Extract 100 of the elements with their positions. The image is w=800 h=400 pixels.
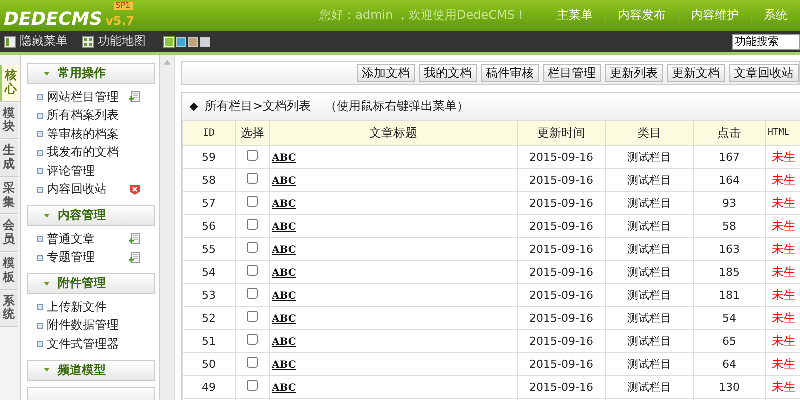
action-button[interactable]: 更新列表 [605, 64, 663, 82]
menu-link[interactable]: 等审核的档案 [47, 126, 117, 143]
site-map-link[interactable]: 功能地图 [98, 33, 146, 50]
bullet-icon [37, 131, 43, 138]
title-link[interactable]: ABC [272, 198, 296, 210]
title-link[interactable]: ABC [272, 314, 296, 324]
table-cell: 163 [694, 238, 766, 260]
table-cell: 测试栏目 [606, 238, 694, 260]
title-link[interactable]: ABC [272, 244, 296, 256]
column-header: HTML [766, 120, 800, 146]
action-button[interactable]: 栏目管理 [543, 64, 601, 82]
side-tab[interactable]: 会员 [0, 215, 18, 252]
side-tab[interactable]: 模块 [0, 102, 18, 140]
table-cell: 2015-09-16 [518, 168, 606, 192]
hide-menu-link[interactable]: 隐藏菜单 [20, 33, 68, 50]
menu-link[interactable]: 专题管理 [47, 249, 117, 266]
bullet-icon [37, 94, 43, 100]
row-checkbox[interactable] [247, 311, 258, 322]
title-link[interactable]: ABC [272, 336, 296, 348]
bullet-icon [37, 168, 43, 174]
action-button[interactable]: 更新文档 [667, 64, 725, 82]
title-link[interactable]: ABC [272, 268, 296, 278]
side-tab[interactable]: 模板 [0, 252, 18, 290]
section-header[interactable]: 附件管理 [27, 273, 155, 294]
section-header[interactable]: 内容管理 [27, 205, 155, 226]
table-cell: 49 [182, 376, 236, 398]
add-document-icon[interactable] [129, 91, 141, 104]
menu-link[interactable]: 我发布的文档 [47, 144, 117, 162]
grid-icon[interactable] [82, 36, 94, 48]
section-header[interactable]: 常用操作 [27, 63, 155, 84]
title-link[interactable]: ABC [272, 290, 296, 302]
table-cell: 2015-09-16 [518, 330, 606, 352]
add-document-icon[interactable] [129, 252, 141, 264]
row-checkbox[interactable] [247, 196, 258, 207]
table-cell: 93 [694, 192, 766, 214]
side-tab[interactable]: 采集 [0, 178, 18, 214]
table-cell: 2015-09-16 [518, 146, 606, 168]
row-checkbox[interactable] [247, 150, 258, 161]
title-link[interactable]: ABC [272, 382, 296, 394]
section-header[interactable]: 频道模型 [27, 360, 155, 380]
table-cell: 测试栏目 [606, 306, 694, 330]
menu-link[interactable]: 内容回收站 [47, 181, 117, 198]
table-cell: 53 [182, 284, 236, 306]
action-button[interactable]: 稿件审核 [481, 64, 539, 82]
row-checkbox[interactable] [247, 219, 258, 230]
section-title: 常用操作 [58, 65, 106, 82]
search-field[interactable]: 功能搜索 [732, 34, 800, 50]
menu-link[interactable]: 附件数据管理 [47, 317, 117, 334]
caret-icon [44, 282, 50, 286]
action-button[interactable]: 我的文档 [419, 64, 477, 82]
side-tab[interactable]: 系统 [0, 290, 18, 328]
title-link[interactable]: ABC [272, 222, 296, 232]
menu-link[interactable]: 上传新文件 [47, 298, 117, 316]
row-checkbox[interactable] [247, 288, 258, 299]
side-tab[interactable]: 生成 [0, 140, 18, 177]
bullet-icon [37, 186, 43, 193]
section-title: 附件管理 [58, 275, 106, 292]
logo: DEDECMS [4, 8, 103, 30]
theme-swatch[interactable] [188, 36, 198, 46]
row-checkbox[interactable] [247, 265, 258, 276]
table-cell: 54 [182, 260, 236, 284]
table-cell: 185 [694, 260, 766, 284]
row-checkbox[interactable] [247, 242, 258, 253]
delete-icon[interactable] [129, 184, 141, 196]
title-link[interactable]: ABC [272, 176, 296, 186]
row-checkbox[interactable] [247, 357, 258, 368]
title-link[interactable]: ABC [272, 152, 296, 164]
table-cell: 51 [182, 330, 236, 352]
table-cell: 测试栏目 [606, 330, 694, 352]
theme-swatch[interactable] [176, 36, 186, 46]
menu-link[interactable]: 评论管理 [47, 162, 117, 180]
menu-link[interactable]: 所有档案列表 [47, 107, 117, 124]
menu-link[interactable]: 普通文章 [47, 230, 117, 248]
caret-icon [44, 72, 50, 76]
table-cell: 测试栏目 [606, 376, 694, 398]
row-checkbox[interactable] [247, 380, 258, 391]
table-cell: 52 [182, 306, 236, 330]
row-checkbox[interactable] [247, 173, 258, 184]
table-cell: 59 [182, 146, 236, 168]
bullet-icon [37, 254, 43, 261]
menu-link[interactable]: 网站栏目管理 [47, 88, 117, 106]
column-header: 更新时间 [518, 120, 606, 146]
row-checkbox[interactable] [247, 334, 258, 345]
side-tab[interactable]: 核心 [0, 65, 20, 102]
action-button[interactable]: 添加文档 [357, 64, 415, 82]
table-cell: 54 [694, 306, 766, 330]
panel-icon[interactable] [4, 36, 16, 48]
menu-link[interactable]: 文件式管理器 [47, 336, 117, 353]
title-link[interactable]: ABC [272, 360, 296, 370]
table-cell: 55 [182, 238, 236, 260]
table-cell: 164 [694, 168, 766, 192]
add-document-icon[interactable] [129, 233, 141, 246]
action-button[interactable]: 文章回收站 [729, 64, 799, 82]
table-cell: 测试栏目 [606, 214, 694, 238]
table-cell: 测试栏目 [606, 352, 694, 376]
section-title: 内容管理 [58, 207, 106, 224]
bullet-icon [37, 112, 43, 119]
bullet-icon [37, 304, 43, 310]
theme-swatch[interactable] [200, 36, 210, 46]
table-cell: 58 [694, 214, 766, 238]
